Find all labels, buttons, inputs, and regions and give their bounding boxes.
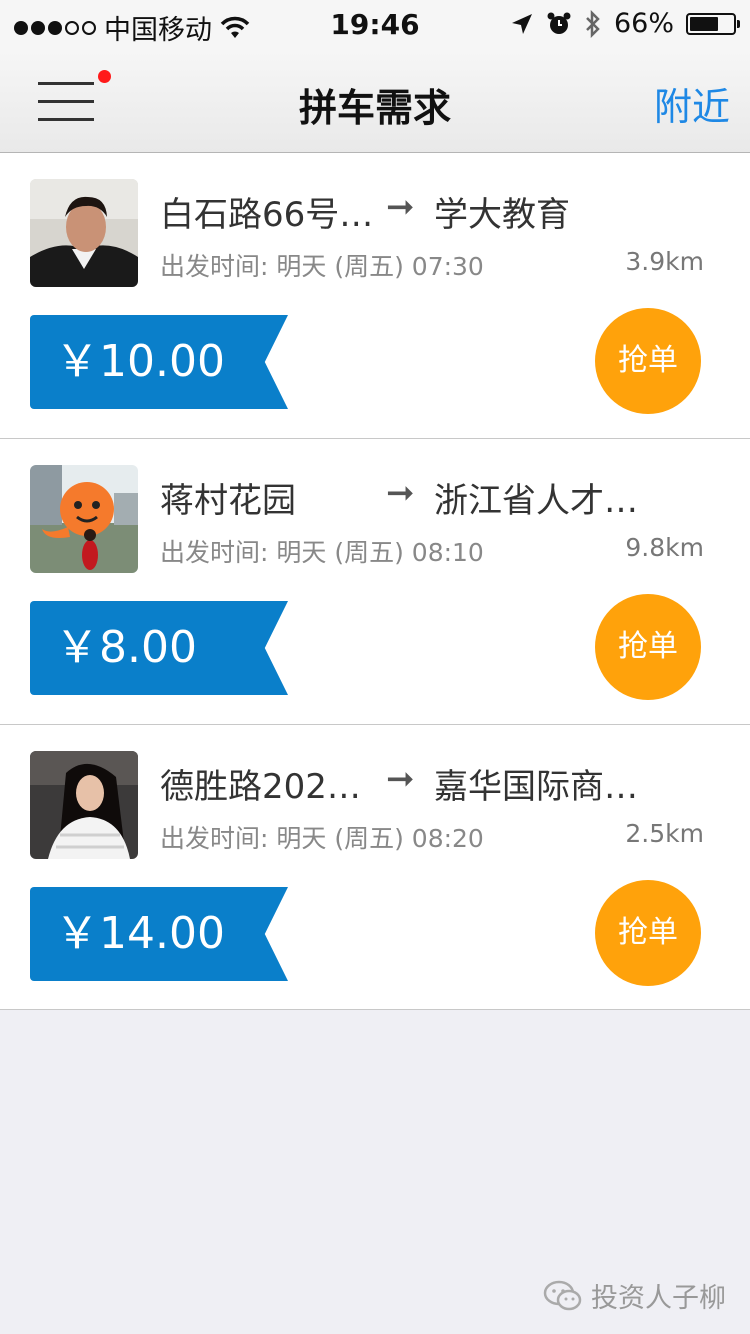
price-value: ￥10.00 [55,336,225,387]
distance-label: 3.9km [625,247,704,276]
nav-bar: 拼车需求 附近 [0,50,750,153]
price-tag: ￥14.00 [30,887,288,981]
destination-label: 浙江省人才… [434,481,638,521]
departure-time: 出发时间: 明天 (周五) 08:20 [160,819,484,855]
grab-order-button[interactable]: 抢单 [595,880,701,986]
price-tag: ￥8.00 [30,601,288,695]
request-card[interactable]: 白石路66号… ➞ 学大教育 出发时间: 明天 (周五) 07:30 3.9km… [0,153,750,439]
price-value: ￥8.00 [55,622,197,673]
departure-time-value: 明天 (周五) 08:10 [276,538,484,567]
origin-label: 德胜路202… [160,767,361,807]
bluetooth-icon [586,9,600,38]
request-card[interactable]: 德胜路202… ➞ 嘉华国际商… 出发时间: 明天 (周五) 08:20 2.5… [0,725,750,1010]
watermark-text: 投资人子柳 [591,1283,726,1314]
departure-time-label: 出发时间: [160,538,269,567]
avatar[interactable] [30,465,138,573]
alarm-icon [547,12,571,34]
arrow-right-icon: ➞ [386,187,415,227]
grab-order-button[interactable]: 抢单 [595,308,701,414]
price-tag: ￥10.00 [30,315,288,409]
origin-label: 蒋村花园 [160,481,296,521]
avatar[interactable] [30,179,138,287]
location-arrow-icon [511,13,532,34]
avatar[interactable] [30,751,138,859]
distance-label: 2.5km [625,819,704,848]
watermark: 投资人子柳 [543,1276,726,1315]
origin-label: 白石路66号… [160,195,374,235]
distance-label: 9.8km [625,533,704,562]
destination-label: 嘉华国际商… [434,767,638,807]
battery-icon [686,12,740,35]
arrow-right-icon: ➞ [386,473,415,513]
departure-time: 出发时间: 明天 (周五) 07:30 [160,247,484,283]
departure-time-value: 明天 (周五) 08:20 [276,824,484,853]
status-bar: 中国移动 19:46 66% [0,0,750,50]
wechat-icon [543,1280,582,1310]
battery-percent: 66% [613,8,674,39]
nearby-button[interactable]: 附近 [654,76,730,131]
destination-label: 学大教育 [434,195,570,235]
status-right: 66% [510,8,740,39]
price-value: ￥14.00 [55,908,225,959]
departure-time-label: 出发时间: [160,252,269,281]
grab-order-button[interactable]: 抢单 [595,594,701,700]
departure-time: 出发时间: 明天 (周五) 08:10 [160,533,484,569]
departure-time-label: 出发时间: [160,824,269,853]
request-list: 白石路66号… ➞ 学大教育 出发时间: 明天 (周五) 07:30 3.9km… [0,153,750,1010]
request-card[interactable]: 蒋村花园 ➞ 浙江省人才… 出发时间: 明天 (周五) 08:10 9.8km … [0,439,750,725]
arrow-right-icon: ➞ [386,759,415,799]
departure-time-value: 明天 (周五) 07:30 [276,252,484,281]
page-title: 拼车需求 [298,86,451,130]
